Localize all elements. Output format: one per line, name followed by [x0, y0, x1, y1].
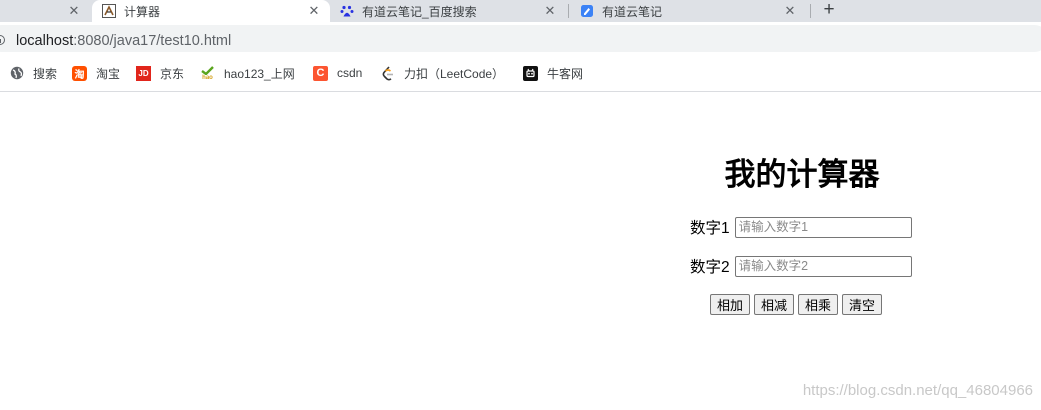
number1-row: 数字1	[690, 216, 912, 238]
multiply-button[interactable]: 相乘	[798, 294, 839, 315]
close-icon[interactable]: ✕	[66, 3, 82, 19]
bookmark-label: 牛客网	[547, 66, 584, 81]
bookmark-label: csdn	[337, 66, 363, 80]
leetcode-icon	[380, 65, 395, 81]
close-icon[interactable]: ✕	[782, 3, 798, 19]
globe-icon	[9, 66, 24, 81]
bookmark-label: 搜索	[33, 66, 58, 81]
url-path: :8080/java17/test10.html	[73, 33, 232, 49]
url-text[interactable]: localhost:8080/java17/test10.html	[16, 31, 231, 51]
number1-label: 数字1	[690, 220, 730, 237]
bookmark-hao123[interactable]: hao hao123_上网	[200, 65, 295, 81]
bookmark-label: 力扣（LeetCode）	[404, 66, 505, 81]
baidu-paw-icon	[340, 4, 354, 18]
page-title: 我的计算器	[724, 157, 880, 192]
bookmarks-bar: 搜索 淘 淘宝 JD 京东 hao hao123_上网 C csdn 力扣（Le…	[0, 56, 1041, 92]
number1-input[interactable]	[734, 216, 912, 238]
page-favicon-icon	[102, 4, 116, 18]
add-button[interactable]: 相加	[710, 294, 751, 315]
bookmark-label: hao123_上网	[224, 66, 295, 81]
bookmark-csdn[interactable]: C csdn	[313, 65, 362, 81]
tab-strip: ✕ 计算器 ✕ 有道云笔记_百度搜索 ✕ 有道云笔记 ✕ +	[0, 0, 1041, 22]
number2-input[interactable]	[734, 255, 912, 277]
youdao-note-icon	[580, 4, 594, 18]
bookmark-search[interactable]: 搜索	[9, 65, 57, 81]
bookmark-nowcoder[interactable]: 牛客网	[523, 65, 583, 81]
taobao-icon: 淘	[72, 65, 87, 81]
tab-separator	[568, 4, 569, 18]
tab-previous[interactable]: ✕	[0, 0, 88, 22]
hao123-icon-text: hao	[202, 74, 213, 81]
number2-row: 数字2	[690, 255, 912, 277]
tab-title: 计算器	[124, 4, 161, 19]
subtract-button[interactable]: 相减	[754, 294, 795, 315]
nowcoder-icon	[523, 65, 538, 81]
number2-label: 数字2	[690, 259, 730, 276]
bookmark-label: 淘宝	[96, 66, 121, 81]
bookmark-taobao[interactable]: 淘 淘宝	[72, 65, 120, 81]
calculator-buttons: 相加 相减 相乘 清空	[710, 294, 883, 315]
tab-youdao-note[interactable]: 有道云笔记 ✕	[572, 0, 806, 22]
csdn-icon: C	[313, 65, 328, 81]
tab-calculator[interactable]: 计算器 ✕	[92, 0, 330, 22]
tab-title: 有道云笔记_百度搜索	[362, 4, 477, 19]
clear-button[interactable]: 清空	[842, 294, 883, 315]
tab-title: 有道云笔记	[602, 4, 663, 19]
tab-baidu-search[interactable]: 有道云笔记_百度搜索 ✕	[332, 0, 566, 22]
close-icon[interactable]: ✕	[542, 3, 558, 19]
watermark-text: https://blog.csdn.net/qq_46804966	[802, 382, 1033, 399]
close-icon[interactable]: ✕	[306, 3, 322, 19]
new-tab-button[interactable]: +	[818, 0, 840, 22]
bookmark-label: 京东	[160, 66, 185, 81]
url-host: localhost	[16, 33, 74, 49]
bookmark-leetcode[interactable]: 力扣（LeetCode）	[380, 65, 504, 81]
jd-icon: JD	[136, 65, 151, 81]
tab-separator	[810, 4, 811, 18]
bookmark-jd[interactable]: JD 京东	[136, 65, 184, 81]
hao123-icon: hao	[200, 65, 215, 81]
